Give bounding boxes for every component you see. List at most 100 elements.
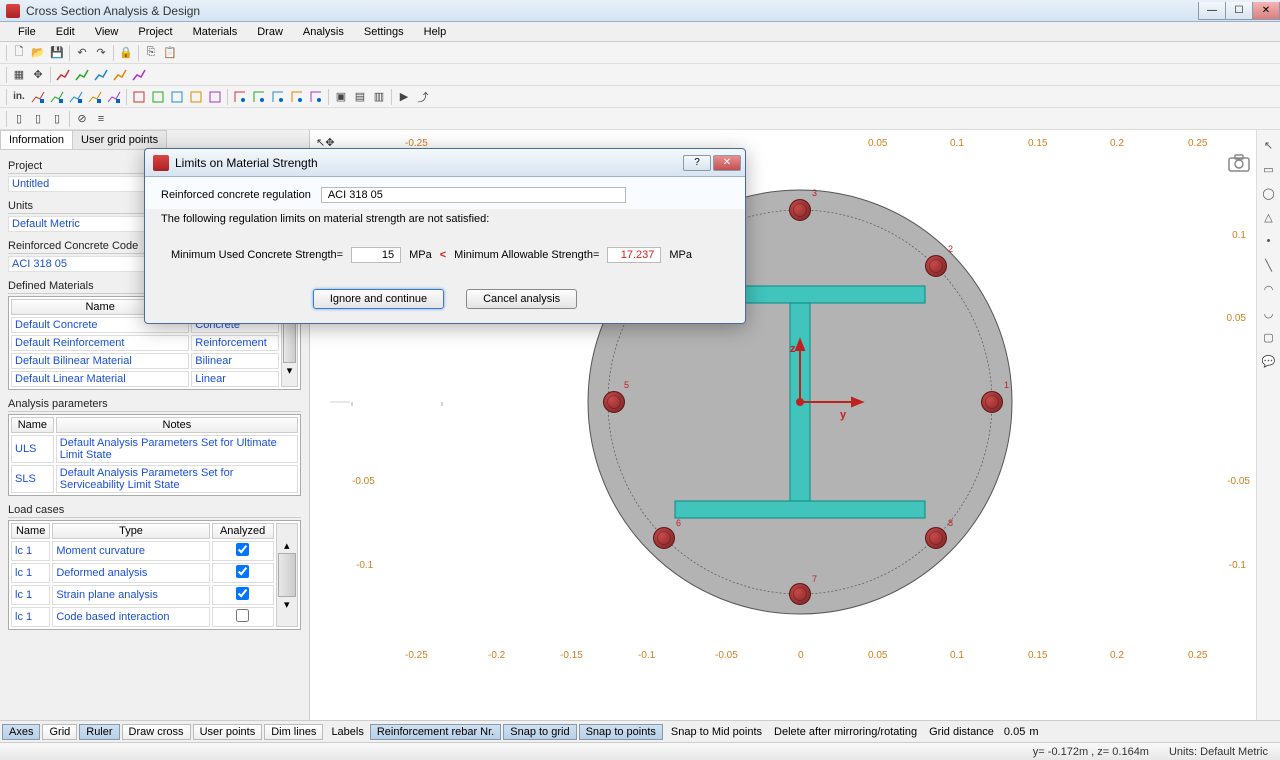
tool-a2-icon[interactable] [149, 88, 167, 106]
rebar-1[interactable] [981, 391, 1003, 413]
arc2-icon[interactable]: ◡ [1260, 304, 1278, 322]
analyzed-checkbox[interactable] [236, 543, 249, 556]
tool-a5-icon[interactable] [206, 88, 224, 106]
tool-b3-icon[interactable] [269, 88, 287, 106]
rebar-3[interactable] [789, 199, 811, 221]
ignore-continue-button[interactable]: Ignore and continue [313, 289, 444, 309]
analysis-params-table[interactable]: NameNotes ULSDefault Analysis Parameters… [8, 414, 301, 496]
select-icon[interactable]: ↖ [1260, 136, 1278, 154]
report-green-icon[interactable] [48, 88, 66, 106]
menu-view[interactable]: View [85, 24, 129, 40]
window-title: Cross Section Analysis & Design [26, 4, 200, 18]
tool-a4-icon[interactable] [187, 88, 205, 106]
tool-b5-icon[interactable] [307, 88, 325, 106]
arc-icon[interactable]: ◠ [1260, 280, 1278, 298]
menu-draw[interactable]: Draw [247, 24, 293, 40]
analyzed-checkbox[interactable] [236, 609, 249, 622]
tab-user-grid-points[interactable]: User grid points [72, 130, 167, 149]
chart-green-icon[interactable] [73, 66, 91, 84]
regulation-field[interactable]: ACI 318 05 [321, 187, 626, 203]
menu-file[interactable]: File [8, 24, 46, 40]
opt-snappts[interactable]: Snap to points [579, 724, 663, 740]
rebar-6[interactable] [653, 527, 675, 549]
close-button[interactable]: ✕ [1252, 2, 1280, 20]
opt-drawcross[interactable]: Draw cross [122, 724, 191, 740]
report-orange-icon[interactable] [86, 88, 104, 106]
circle-slash-icon[interactable]: ⊘ [73, 110, 91, 128]
opt-snapgrid[interactable]: Snap to grid [503, 724, 576, 740]
dialog-close-button[interactable]: ✕ [713, 155, 741, 171]
comment-icon[interactable]: 💬 [1260, 352, 1278, 370]
circle-icon[interactable]: ◯ [1260, 184, 1278, 202]
menu-help[interactable]: Help [414, 24, 457, 40]
chart-red-icon[interactable] [54, 66, 72, 84]
open-icon[interactable]: 📂 [29, 44, 47, 62]
menu-materials[interactable]: Materials [183, 24, 248, 40]
page-icon[interactable]: ▯ [10, 110, 28, 128]
opt-snapmid[interactable]: Snap to Mid points [665, 726, 768, 738]
opt-dimlines[interactable]: Dim lines [264, 724, 323, 740]
tool-run-icon[interactable]: ▶ [395, 88, 413, 106]
list-icon[interactable]: ≡ [92, 110, 110, 128]
menu-project[interactable]: Project [128, 24, 182, 40]
page3-icon[interactable]: ▯ [48, 110, 66, 128]
rect-icon[interactable]: ▭ [1260, 160, 1278, 178]
menu-analysis[interactable]: Analysis [293, 24, 354, 40]
rebar-2[interactable] [925, 255, 947, 277]
min-used-field[interactable]: 15 [351, 247, 401, 263]
report-blue-icon[interactable] [67, 88, 85, 106]
line-icon[interactable]: ╲ [1260, 256, 1278, 274]
tool-expand-icon[interactable]: ✥ [29, 66, 47, 84]
analyzed-checkbox[interactable] [236, 587, 249, 600]
dialog-titlebar[interactable]: Limits on Material Strength ? ✕ [145, 149, 745, 177]
copy-icon[interactable]: ⎘ [142, 44, 160, 62]
minimize-button[interactable]: — [1198, 2, 1226, 20]
text-icon[interactable]: ▢ [1260, 328, 1278, 346]
point-icon[interactable]: • [1260, 232, 1278, 250]
tool-b1-icon[interactable] [231, 88, 249, 106]
min-allow-field[interactable]: 17.237 [607, 247, 661, 263]
opt-griddist-val[interactable]: 0.05 [1000, 726, 1029, 738]
menu-settings[interactable]: Settings [354, 24, 414, 40]
lock-icon[interactable]: 🔒 [117, 44, 135, 62]
table-row: Default ReinforcementReinforcement [11, 335, 298, 351]
dialog-help-button[interactable]: ? [683, 155, 711, 171]
tool-grid-icon[interactable]: ▦ [10, 66, 28, 84]
load-cases-table[interactable]: NameTypeAnalyzed▴▾ lc 1Moment curvature … [8, 520, 301, 630]
tool-c1-icon[interactable]: ▣ [332, 88, 350, 106]
tool-b4-icon[interactable] [288, 88, 306, 106]
report-purple-icon[interactable] [105, 88, 123, 106]
tool-b2-icon[interactable] [250, 88, 268, 106]
opt-grid[interactable]: Grid [42, 724, 77, 740]
opt-userpts[interactable]: User points [193, 724, 263, 740]
tool-export-icon[interactable]: ⤴ [414, 88, 432, 106]
chart-blue-icon[interactable] [92, 66, 110, 84]
analyzed-checkbox[interactable] [236, 565, 249, 578]
opt-delmirror[interactable]: Delete after mirroring/rotating [768, 726, 923, 738]
menu-edit[interactable]: Edit [46, 24, 85, 40]
save-icon[interactable]: 💾 [48, 44, 66, 62]
report-red-icon[interactable] [29, 88, 47, 106]
polygon-icon[interactable]: △ [1260, 208, 1278, 226]
rebar-7[interactable] [789, 583, 811, 605]
tool-c2-icon[interactable]: ▤ [351, 88, 369, 106]
paste-icon[interactable]: 📋 [161, 44, 179, 62]
redo-icon[interactable]: ↷ [92, 44, 110, 62]
tool-c3-icon[interactable]: ▥ [370, 88, 388, 106]
maximize-button[interactable]: ☐ [1225, 2, 1253, 20]
opt-rebar[interactable]: Reinforcement rebar Nr. [370, 724, 501, 740]
page2-icon[interactable]: ▯ [29, 110, 47, 128]
chart-purple-icon[interactable] [130, 66, 148, 84]
cancel-analysis-button[interactable]: Cancel analysis [466, 289, 577, 309]
chart-orange-icon[interactable] [111, 66, 129, 84]
rebar-8[interactable] [925, 527, 947, 549]
tool-a3-icon[interactable] [168, 88, 186, 106]
undo-icon[interactable]: ↶ [73, 44, 91, 62]
in-label-icon[interactable]: in. [10, 88, 28, 106]
tool-a1-icon[interactable] [130, 88, 148, 106]
rebar-5[interactable] [603, 391, 625, 413]
opt-axes[interactable]: Axes [2, 724, 40, 740]
tab-information[interactable]: Information [0, 130, 73, 149]
opt-ruler[interactable]: Ruler [79, 724, 119, 740]
new-icon[interactable]: 🗋 [10, 44, 28, 62]
